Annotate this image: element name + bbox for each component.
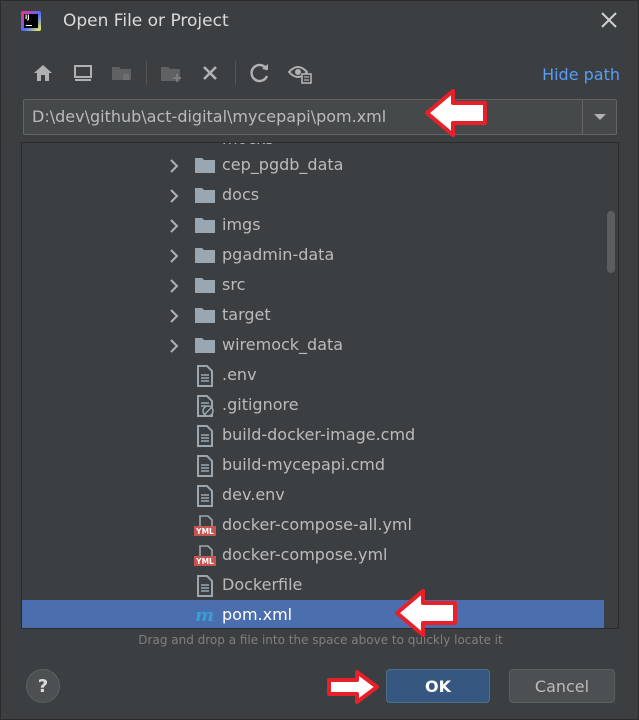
tree-item-label: pom.xml: [222, 605, 293, 624]
tree-item[interactable]: .env: [22, 360, 606, 390]
tree-item[interactable]: pgadmin-data: [22, 240, 606, 270]
tree-item[interactable]: src: [22, 270, 606, 300]
path-combobox[interactable]: [23, 99, 617, 135]
chevron-right-icon[interactable]: [168, 248, 180, 263]
scrollbar-thumb[interactable]: [607, 211, 615, 273]
hide-path-link[interactable]: Hide path: [542, 65, 620, 84]
new-folder-icon: [159, 59, 185, 87]
desktop-icon[interactable]: [70, 59, 96, 87]
file-icon: [194, 485, 216, 507]
toolbar: Hide path: [1, 59, 638, 89]
tree-item-label: cep_pgdb_data: [222, 155, 344, 174]
tree-item[interactable]: cep_pgdb_data: [22, 150, 606, 180]
tree-item-label: imgs: [222, 215, 261, 234]
folder-icon: [194, 305, 216, 325]
tree-item-label: src: [222, 275, 246, 294]
chevron-right-icon[interactable]: [168, 308, 180, 323]
show-hidden-icon[interactable]: [287, 59, 313, 87]
tree-item-label: dev.env: [222, 485, 285, 504]
path-input[interactable]: [32, 100, 582, 134]
tree-item-label: .gitignore: [222, 395, 299, 414]
close-icon[interactable]: [598, 9, 620, 31]
project-folder-icon: [109, 59, 135, 87]
file-icon: [194, 455, 216, 477]
chevron-right-icon[interactable]: [168, 338, 180, 353]
yml-file-icon: YML: [194, 515, 216, 536]
chevron-right-icon[interactable]: [168, 188, 180, 203]
tree-item[interactable]: docs: [22, 180, 606, 210]
tree-item[interactable]: imgs: [22, 210, 606, 240]
chevron-right-icon[interactable]: [168, 158, 180, 173]
tree-item-label: build-docker-image.cmd: [222, 425, 416, 444]
tree-item-label: wiremock_data: [222, 335, 344, 354]
yml-file-icon: YML: [194, 545, 216, 566]
tree-item[interactable]: .gitignore: [22, 390, 606, 420]
intellij-app-icon: IJ: [21, 11, 41, 31]
folder-icon: [194, 275, 216, 295]
drag-drop-hint: Drag and drop a file into the space abov…: [138, 633, 503, 647]
folder-icon: [194, 245, 216, 265]
file-icon: [194, 365, 216, 387]
tree-item[interactable]: YML docker-compose-all.yml: [22, 510, 606, 540]
tree-item[interactable]: m pom.xml: [22, 600, 606, 628]
help-button[interactable]: ?: [26, 669, 60, 703]
ignored-file-icon: [194, 395, 216, 417]
tree-item-label: docker-compose.yml: [222, 545, 388, 564]
svg-text:YML: YML: [195, 527, 214, 536]
tree-item[interactable]: build-mycepapi.cmd: [22, 450, 606, 480]
tree-item-label: build-mycepapi.cmd: [222, 455, 385, 474]
folder-icon: [194, 335, 216, 355]
annotation-arrow-right-icon: [327, 670, 379, 704]
maven-icon: m: [194, 605, 216, 626]
tree-item[interactable]: target: [22, 300, 606, 330]
svg-text:YML: YML: [195, 557, 214, 566]
title-bar: IJ Open File or Project: [1, 1, 638, 43]
tree-item[interactable]: dev.env: [22, 480, 606, 510]
tree-item-label: pgadmin-data: [222, 245, 335, 264]
folder-icon: [194, 155, 216, 175]
ok-button[interactable]: OK: [386, 669, 490, 703]
tree-item[interactable]: wiremock_data: [22, 330, 606, 360]
file-icon: [194, 575, 216, 597]
tree-item-label: Dockerfile: [222, 575, 303, 594]
open-file-dialog: IJ Open File or Project Hide path D:\dev…: [0, 0, 639, 720]
tree-item-label: target: [222, 305, 271, 324]
chevron-right-icon[interactable]: [168, 278, 180, 293]
tree-item[interactable]: build-docker-image.cmd: [22, 420, 606, 450]
tree-item-label: docker-compose-all.yml: [222, 515, 412, 534]
folder-icon: [194, 215, 216, 235]
file-tree[interactable]: mocks cep_pgdb_datadocs imgs pgadmin-data s…: [21, 142, 619, 629]
refresh-icon[interactable]: [247, 59, 273, 87]
tree-item-label: docs: [222, 185, 260, 204]
annotation-arrow-left-icon: [395, 589, 457, 637]
delete-icon[interactable]: [197, 59, 223, 87]
tree-item[interactable]: Dockerfile: [22, 570, 606, 600]
scrollbar[interactable]: [604, 143, 618, 628]
dialog-title: Open File or Project: [63, 11, 229, 31]
chevron-right-icon[interactable]: [168, 218, 180, 233]
cancel-button[interactable]: Cancel: [509, 669, 615, 703]
home-icon[interactable]: [30, 59, 56, 87]
partial-tree-item: mocks: [222, 143, 274, 148]
chevron-down-icon[interactable]: [582, 100, 616, 134]
tree-item-label: .env: [222, 365, 257, 384]
tree-item[interactable]: YML docker-compose.yml: [22, 540, 606, 570]
svg-text:m: m: [195, 605, 214, 625]
file-icon: [194, 425, 216, 447]
folder-icon: [194, 185, 216, 205]
annotation-arrow-left-icon: [425, 89, 487, 137]
